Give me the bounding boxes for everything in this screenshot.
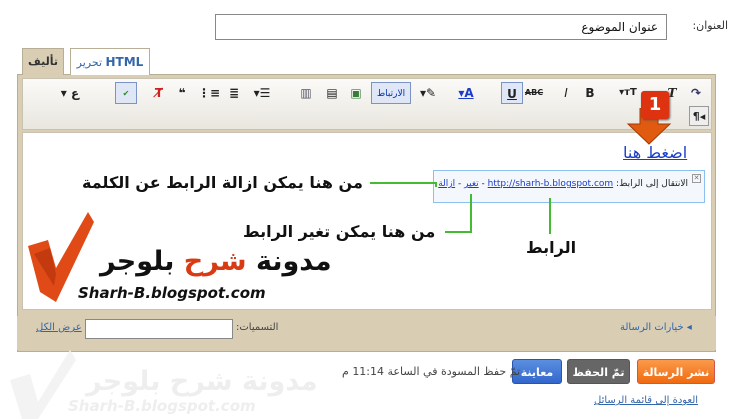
tab-compose[interactable]: تأليف — [22, 48, 64, 75]
logo-word-1: مدونة — [255, 246, 332, 277]
logo-title: مدونة شرح بلوجر — [100, 246, 332, 277]
post-options-label: خيارات الرسالة — [620, 322, 684, 333]
watermark-url: Sharh-B.blogspot.com — [68, 397, 256, 415]
watermark-word-1: مدونة — [241, 366, 318, 397]
align-icon[interactable]: ▾☰ — [251, 82, 273, 104]
tab-edit-html-word: تحرير — [76, 56, 103, 69]
save-button[interactable]: تمّ الحفظ — [567, 359, 630, 384]
bulleted-list-icon[interactable]: ⋮≡ — [198, 82, 220, 104]
remove-guide-line — [370, 182, 436, 184]
spellcheck-icon[interactable]: ✔ — [115, 82, 137, 104]
popup-url-link[interactable]: http://sharh-b.blogspot.com — [488, 179, 614, 189]
popup-goto-label: الانتقال إلى الرابط: — [616, 179, 688, 189]
change-guide-v — [470, 194, 472, 233]
text-color-icon[interactable]: ▾A — [455, 82, 477, 104]
step-badge: 1 — [641, 91, 669, 119]
logo-word-2: شرح — [183, 246, 247, 277]
watermark-word-2: شرح — [169, 366, 233, 397]
labels-label: التسميات: — [236, 322, 279, 333]
back-to-posts-link[interactable]: العودة إلى قائمة الرسائل — [594, 395, 698, 406]
link-annotation: الرابط — [526, 238, 577, 257]
font-size-icon[interactable]: ▾тT — [617, 82, 639, 104]
rtl-direction-icon[interactable]: ¶◂ — [689, 106, 709, 126]
remove-formatting-icon[interactable]: T̸ — [148, 82, 170, 104]
post-editor-screen: العنوان: عنوان الموضوع تأليف تحرير HTML … — [0, 0, 732, 419]
redo-icon[interactable]: ↷ — [685, 82, 707, 104]
insert-jump-break-icon[interactable]: ▥ — [295, 82, 317, 104]
underline-icon[interactable]: U — [501, 82, 523, 104]
link-popup: ✕ الانتقال إلى الرابط: http://sharh-b.bl… — [433, 170, 705, 203]
change-guide-h — [445, 231, 471, 233]
logo-word-3: بلوجر — [100, 246, 175, 277]
publish-button[interactable]: نشر الرسالة — [637, 359, 715, 384]
tab-edit-html[interactable]: تحرير HTML — [70, 48, 150, 75]
tab-edit-html-label: HTML — [105, 55, 144, 69]
insert-image-icon[interactable]: ▣ — [345, 82, 367, 104]
blockquote-icon[interactable]: ❝ — [171, 82, 193, 104]
watermark-logo-icon — [10, 350, 76, 419]
title-label: العنوان: — [692, 19, 728, 32]
popup-sep-2: - — [458, 179, 462, 189]
post-options-link[interactable]: ◂ خيارات الرسالة — [620, 322, 692, 333]
watermark-word-3: بلوجر — [86, 366, 161, 397]
popup-close-icon[interactable]: ✕ — [692, 174, 701, 183]
change-annotation: من هنا يمكن تغير الرابط — [243, 222, 436, 241]
editor-link-text[interactable]: اضغط هنا — [623, 143, 687, 162]
link-button[interactable]: الارتباط — [371, 82, 411, 104]
watermark-title: مدونة شرح بلوجر — [86, 366, 318, 397]
numbered-list-icon[interactable]: ≣ — [223, 82, 245, 104]
editor-toolbar: ↷ T ▾тT B I U ABC ▾A ▾✎ الارتباط ▣ ▤ ▥ ▾… — [22, 78, 712, 130]
labels-input[interactable] — [85, 319, 233, 339]
bold-icon[interactable]: B — [579, 82, 601, 104]
highlight-color-icon[interactable]: ▾✎ — [417, 82, 439, 104]
input-tools-icon[interactable]: ▾ ع — [59, 82, 81, 104]
logo-url: Sharh-B.blogspot.com — [78, 284, 266, 302]
link-guide-v — [549, 198, 551, 234]
show-all-link[interactable]: عرض الكل — [36, 322, 82, 333]
title-input[interactable]: عنوان الموضوع — [215, 14, 667, 40]
save-status: تمّ حفظ المسودة في الساعة 11:14 م — [342, 365, 521, 378]
italic-icon[interactable]: I — [555, 82, 577, 104]
insert-video-icon[interactable]: ▤ — [321, 82, 343, 104]
remove-guide-tick — [435, 182, 437, 187]
popup-sep-1: - — [481, 179, 485, 189]
remove-annotation: من هنا يمكن ازالة الرابط عن الكلمة — [82, 173, 363, 192]
popup-remove-link[interactable]: ازالة — [438, 179, 455, 189]
popup-change-link[interactable]: تغير — [464, 179, 479, 189]
strikethrough-icon[interactable]: ABC — [523, 82, 545, 104]
